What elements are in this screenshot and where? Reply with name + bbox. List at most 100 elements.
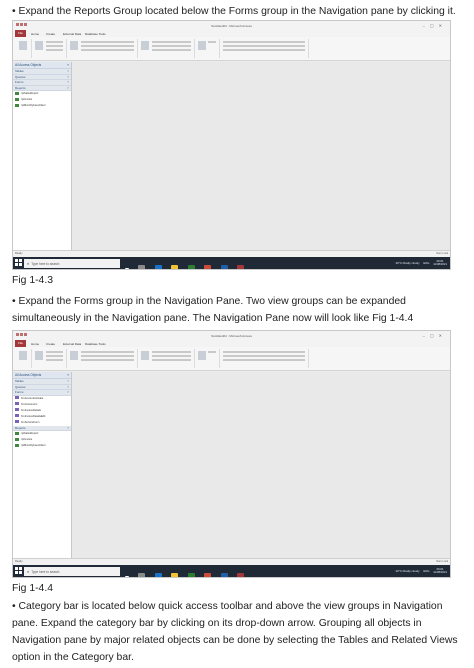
- report-item-label: rptMonthlyFeesClient: [21, 444, 46, 447]
- figure-caption-1: Fig 1-4.3: [12, 275, 54, 286]
- tab-create[interactable]: Create: [46, 342, 55, 346]
- search-placeholder: Type here to search: [31, 261, 60, 266]
- clock-date: 11/08/2021: [433, 261, 447, 266]
- access-icon[interactable]: [237, 573, 245, 577]
- access-screenshot-1: Scottland01 : Microsoft Access –▢✕ File …: [12, 20, 451, 270]
- form-item-label: frmInvoiceDetailsEdit: [21, 414, 46, 418]
- word-icon[interactable]: [220, 265, 228, 269]
- ribbon-group-clipboard[interactable]: [32, 39, 67, 58]
- chevron-down-icon[interactable]: «: [67, 372, 69, 378]
- form-item-label: frmServiceForm: [21, 420, 40, 424]
- chevron-down-icon[interactable]: «: [67, 62, 69, 68]
- tab-home[interactable]: Home: [31, 32, 39, 36]
- clock[interactable]: 09:01 11/08/2021: [433, 567, 447, 575]
- report-icon: [15, 97, 19, 101]
- category-bar[interactable]: All Access Objects «: [13, 372, 71, 379]
- tab-database-tools[interactable]: Database Tools: [85, 32, 106, 36]
- window-title: Scottland01 : Microsoft Access: [211, 23, 252, 28]
- chevron-down-icon: ˅: [67, 80, 69, 84]
- cortana-icon[interactable]: [125, 268, 129, 269]
- office-icon[interactable]: [204, 265, 212, 269]
- instruction-paragraph-1: • Expand the Reports Group located below…: [12, 6, 456, 17]
- store-icon[interactable]: [187, 573, 195, 577]
- ribbon-tabs: File Home Create External Data Database …: [13, 340, 450, 347]
- form-icon: [15, 408, 19, 412]
- report-item-label: rptSalesReport: [21, 432, 39, 435]
- form-item-label: frmCustomers: [21, 402, 38, 406]
- office-icon[interactable]: [204, 573, 212, 577]
- tab-external-data[interactable]: External Data: [63, 32, 81, 36]
- ribbon-tabs: File Home Create External Data Database …: [13, 30, 450, 37]
- category-bar[interactable]: All Access Objects «: [13, 62, 71, 69]
- file-explorer-icon[interactable]: [171, 573, 179, 577]
- cortana-icon[interactable]: [125, 576, 129, 577]
- ribbon-group-views[interactable]: [15, 39, 32, 58]
- window-titlebar: Scottland01 : Microsoft Access –▢✕: [13, 331, 450, 340]
- window-title: Scottland01 : Microsoft Access: [211, 333, 252, 338]
- tab-file[interactable]: File: [15, 30, 26, 37]
- taskbar-search[interactable]: ⌕ Type here to search: [24, 258, 120, 268]
- windows-taskbar: ⌕ Type here to search 29°C Mostly cloudy …: [13, 257, 450, 269]
- work-area: [72, 62, 450, 251]
- ribbon-group-text-formatting[interactable]: [220, 349, 309, 368]
- search-icon: ⌕: [27, 568, 30, 574]
- ribbon-group-clipboard[interactable]: [32, 349, 67, 368]
- windows-taskbar: ⌕ Type here to search 29°C Mostly cloudy …: [13, 565, 450, 577]
- instruction-paragraph-2: • Expand the Forms group in the Navigati…: [12, 296, 414, 324]
- status-num-lock: Num Lock: [436, 560, 448, 563]
- task-view-icon[interactable]: [138, 573, 146, 577]
- chevron-up-icon: ˄: [67, 425, 69, 430]
- ribbon-group-records[interactable]: [138, 349, 195, 368]
- window-titlebar: Scottland01 : Microsoft Access –▢✕: [13, 21, 450, 30]
- file-explorer-icon[interactable]: [171, 265, 179, 269]
- clock[interactable]: 09:01 11/08/2021: [433, 259, 447, 267]
- taskbar-apps: [125, 567, 249, 577]
- language-indicator[interactable]: ENG: [423, 261, 429, 265]
- weather-text: 29°C Mostly cloudy: [395, 260, 420, 265]
- windows-start-icon[interactable]: [15, 567, 22, 575]
- access-icon[interactable]: [237, 265, 245, 269]
- report-item-label: rptSalesReport: [21, 92, 39, 95]
- ribbon: [13, 37, 450, 61]
- store-icon[interactable]: [187, 265, 195, 269]
- form-item-label: frmAccountActivate: [21, 396, 44, 400]
- word-icon[interactable]: [220, 573, 228, 577]
- system-tray: 29°C Mostly cloudy ENG 09:01 11/08/2021: [395, 567, 447, 575]
- status-text: Ready: [15, 560, 23, 563]
- status-bar: Ready Num Lock: [13, 250, 450, 257]
- ribbon-group-find[interactable]: [195, 39, 220, 58]
- ribbon-group-records[interactable]: [138, 39, 195, 58]
- report-item[interactable]: rptMonthlyFeesClient: [13, 443, 71, 449]
- navigation-pane: All Access Objects « Tables ˅ Queries ˅ For…: [13, 372, 72, 559]
- report-icon: [15, 91, 19, 95]
- weather-text: 29°C Mostly cloudy: [395, 568, 420, 573]
- chevron-down-icon: ˅: [67, 69, 69, 73]
- tab-database-tools[interactable]: Database Tools: [85, 342, 106, 346]
- ribbon-group-views[interactable]: [15, 349, 32, 368]
- ribbon-group-text-formatting[interactable]: [220, 39, 309, 58]
- window-controls-icon[interactable]: –▢✕: [423, 333, 447, 338]
- edge-icon[interactable]: [154, 265, 162, 269]
- report-item-label: rptInvoice: [21, 98, 33, 101]
- report-item-label: rptMonthlyFeesClient: [21, 104, 46, 107]
- edge-icon[interactable]: [154, 573, 162, 577]
- windows-start-icon[interactable]: [15, 259, 22, 267]
- status-text: Ready: [15, 252, 23, 255]
- group-label: Queries: [15, 384, 26, 389]
- report-item[interactable]: rptMonthlyFeesClient: [13, 103, 71, 109]
- task-view-icon[interactable]: [138, 265, 146, 269]
- tab-external-data[interactable]: External Data: [63, 342, 81, 346]
- tab-create[interactable]: Create: [46, 32, 55, 36]
- taskbar-search[interactable]: ⌕ Type here to search: [24, 566, 120, 576]
- language-indicator[interactable]: ENG: [423, 569, 429, 573]
- report-icon: [15, 431, 19, 435]
- ribbon-group-find[interactable]: [195, 349, 220, 368]
- tab-file[interactable]: File: [15, 340, 26, 347]
- chevron-down-icon: ˅: [67, 74, 69, 79]
- window-controls-icon[interactable]: –▢✕: [423, 23, 447, 28]
- chevron-down-icon: ˅: [67, 384, 69, 389]
- ribbon-group-sort-filter[interactable]: [67, 349, 138, 368]
- ribbon-group-sort-filter[interactable]: [67, 39, 138, 58]
- tab-home[interactable]: Home: [31, 342, 39, 346]
- group-label: Forms: [15, 80, 24, 84]
